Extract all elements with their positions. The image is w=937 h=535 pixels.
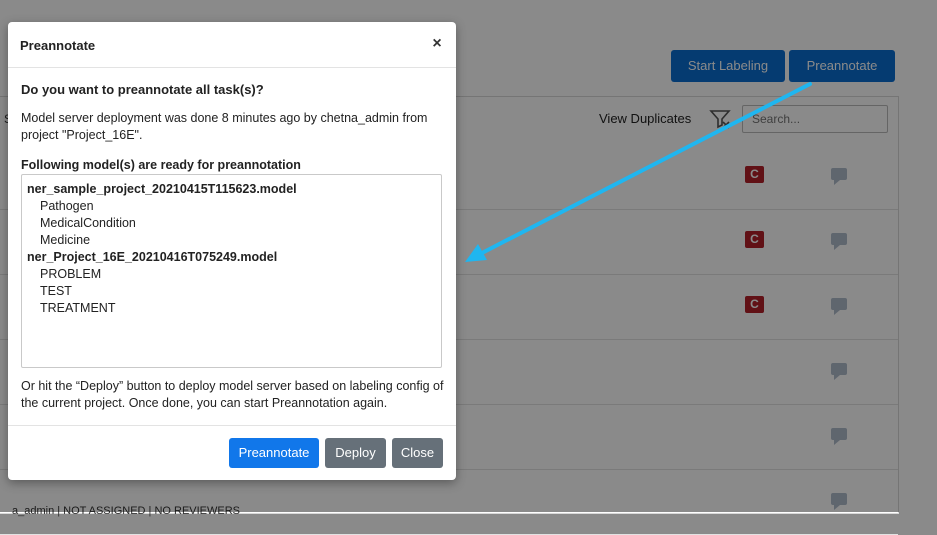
dialog-header: Preannotate × [8, 22, 456, 68]
dialog-question: Do you want to preannotate all task(s)? [21, 82, 264, 97]
model-label: TEST [40, 284, 72, 298]
close-button[interactable]: Close [392, 438, 443, 468]
model-label: Pathogen [40, 199, 94, 213]
preannotate-dialog: Preannotate × Do you want to preannotate… [8, 22, 456, 480]
model-label: Medicine [40, 233, 91, 247]
model-label: TREATMENT [40, 301, 116, 315]
close-icon[interactable]: × [428, 35, 446, 53]
model-label: MedicalCondition [40, 216, 136, 230]
model-label: PROBLEM [40, 267, 102, 281]
model-name: ner_sample_project_20210415T115623.model [27, 182, 297, 196]
deploy-button[interactable]: Deploy [325, 438, 386, 468]
model-name: ner_Project_16E_20210416T075249.model [27, 250, 278, 264]
models-list[interactable]: ner_sample_project_20210415T115623.model… [21, 174, 442, 368]
dialog-footer-divider [8, 425, 456, 426]
deployment-info-text: Model server deployment was done 8 minut… [21, 111, 428, 142]
preannotate-button[interactable]: Preannotate [229, 438, 319, 468]
dialog-title: Preannotate [20, 38, 96, 53]
deploy-hint-text: Or hit the “Deploy” button to deploy mod… [21, 379, 444, 410]
models-heading: Following model(s) are ready for preanno… [21, 158, 301, 172]
